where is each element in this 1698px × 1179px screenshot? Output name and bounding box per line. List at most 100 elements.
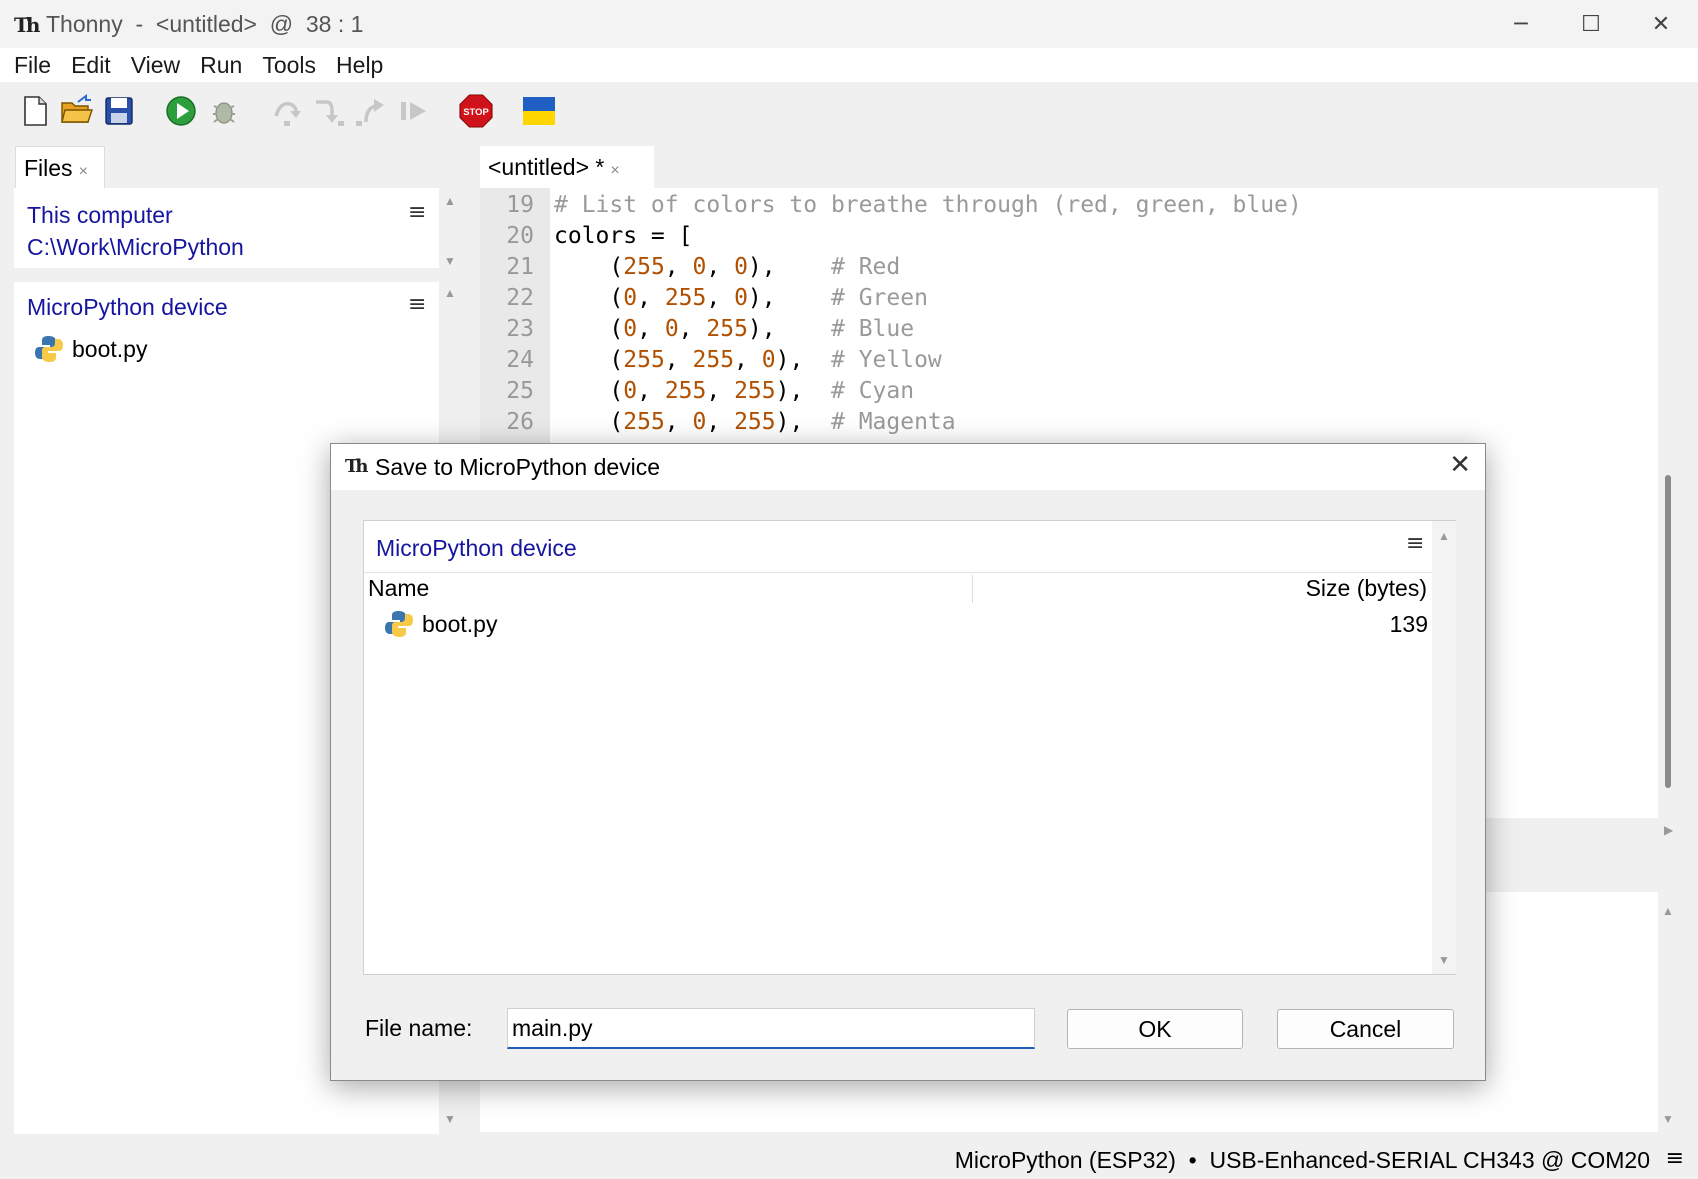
- resume-icon: [401, 102, 426, 120]
- ukraine-flag-icon[interactable]: [522, 94, 556, 128]
- thonny-app-icon: Th: [345, 456, 369, 477]
- menu-view[interactable]: View: [121, 48, 190, 82]
- editor-tab-label: <untitled> *: [488, 154, 605, 180]
- tab-untitled[interactable]: <untitled> * ×: [480, 146, 654, 188]
- tab-files[interactable]: Files ×: [15, 146, 105, 188]
- code-number: 255: [664, 285, 707, 311]
- code-token: ),: [747, 285, 832, 311]
- location-menu-icon[interactable]: ≡: [1406, 531, 1424, 556]
- code-text: (255, 0, 0), # Red: [554, 254, 900, 280]
- code-token: colors = [: [554, 223, 693, 249]
- close-window-button[interactable]: ✕: [1626, 0, 1696, 48]
- scroll-up-arrow-icon[interactable]: ▲: [1438, 529, 1450, 543]
- column-separator[interactable]: [972, 575, 973, 603]
- line-number: 26: [506, 409, 534, 435]
- code-token: ),: [775, 347, 831, 373]
- close-editor-tab-icon[interactable]: ×: [610, 162, 619, 179]
- line-number: 20: [506, 223, 534, 249]
- this-computer-section: This computer C:\Work\MicroPython ≡: [14, 188, 439, 268]
- column-header-name[interactable]: Name: [368, 575, 429, 602]
- menu-tools[interactable]: Tools: [252, 48, 326, 82]
- menu-bar: File Edit View Run Tools Help: [0, 48, 1698, 82]
- scroll-right-arrow-icon[interactable]: ▶: [1664, 823, 1673, 837]
- code-token: ,: [678, 316, 707, 342]
- shell-scrollbar[interactable]: ▲ ▼: [1658, 892, 1678, 1132]
- this-computer-menu-icon[interactable]: ≡: [408, 200, 426, 225]
- code-token: ),: [747, 316, 832, 342]
- code-comment: # List of colors to breathe through (red…: [554, 192, 1302, 218]
- line-number: 21: [506, 254, 534, 280]
- code-number: 0: [761, 347, 776, 373]
- this-computer-path[interactable]: C:\Work\MicroPython: [27, 234, 244, 261]
- line-number: 19: [506, 192, 534, 218]
- line-number: 22: [506, 285, 534, 311]
- status-menu-icon[interactable]: ≡: [1666, 1146, 1684, 1171]
- list-item-name: boot.py: [72, 336, 148, 362]
- stop-icon[interactable]: STOP: [458, 94, 494, 128]
- svg-text:STOP: STOP: [463, 107, 489, 118]
- code-number: 0: [692, 254, 707, 280]
- scroll-down-arrow-icon[interactable]: ▼: [1438, 953, 1450, 967]
- scroll-up-arrow-icon[interactable]: ▲: [444, 286, 456, 300]
- scroll-down-arrow-icon[interactable]: ▼: [444, 254, 456, 268]
- code-number: 255: [623, 347, 665, 373]
- row-file-size: 139: [1389, 611, 1428, 637]
- code-number: 255: [734, 409, 776, 435]
- dialog-title-bar: Th Save to MicroPython device ✕: [331, 444, 1485, 490]
- code-text: (0, 255, 255), # Cyan: [554, 378, 914, 404]
- device-menu-icon[interactable]: ≡: [408, 292, 426, 317]
- backend-status[interactable]: MicroPython (ESP32) • USB-Enhanced-SERIA…: [955, 1147, 1650, 1174]
- file-name-input[interactable]: [507, 1008, 1035, 1049]
- menu-run[interactable]: Run: [190, 48, 252, 82]
- title-bar: Th Thonny - <untitled> @ 38 : 1 ─ ☐ ✕: [0, 0, 1698, 48]
- dialog-close-button[interactable]: ✕: [1449, 450, 1471, 480]
- code-text: (0, 0, 255), # Blue: [554, 316, 914, 342]
- file-name-label: File name:: [365, 1015, 473, 1041]
- code-token: ,: [637, 285, 665, 311]
- column-header-size[interactable]: Size (bytes): [1306, 575, 1427, 602]
- toolbar: STOP: [0, 82, 1698, 142]
- files-tab-label: Files: [24, 155, 73, 181]
- scroll-down-arrow-icon[interactable]: ▼: [444, 1112, 456, 1126]
- menu-file[interactable]: File: [4, 48, 61, 82]
- scroll-up-arrow-icon[interactable]: ▲: [1662, 904, 1674, 918]
- menu-edit[interactable]: Edit: [61, 48, 121, 82]
- minimize-button[interactable]: ─: [1486, 0, 1556, 48]
- code-comment: # Blue: [831, 316, 915, 342]
- new-file-icon[interactable]: [20, 94, 50, 128]
- scroll-up-arrow-icon[interactable]: ▲: [444, 194, 456, 208]
- code-token: (: [554, 409, 624, 435]
- debug-icon[interactable]: [208, 94, 240, 128]
- editor-scroll-thumb[interactable]: [1665, 475, 1671, 788]
- save-icon[interactable]: [104, 94, 134, 128]
- close-files-tab-icon[interactable]: ×: [79, 163, 88, 180]
- editor-scrollbar[interactable]: [1658, 188, 1678, 818]
- code-token: ),: [775, 409, 831, 435]
- open-folder-icon[interactable]: [60, 94, 94, 128]
- location-label[interactable]: MicroPython device: [376, 535, 577, 562]
- scroll-down-arrow-icon[interactable]: ▼: [1662, 1112, 1674, 1126]
- table-row[interactable]: boot.py 139: [364, 607, 1432, 641]
- row-file-name: boot.py: [422, 611, 498, 637]
- code-number: 0: [734, 254, 748, 280]
- run-icon[interactable]: [165, 94, 197, 128]
- maximize-button[interactable]: ☐: [1556, 0, 1626, 48]
- code-token: ,: [664, 254, 693, 280]
- device-label[interactable]: MicroPython device: [27, 294, 228, 321]
- code-token: ,: [664, 409, 693, 435]
- code-token: (: [554, 347, 624, 373]
- code-number: 255: [692, 347, 735, 373]
- ok-button[interactable]: OK: [1067, 1009, 1243, 1049]
- line-number: 23: [506, 316, 534, 342]
- code-token: ,: [734, 347, 762, 373]
- this-computer-label[interactable]: This computer: [27, 202, 173, 229]
- code-token: ,: [706, 409, 735, 435]
- code-token: ,: [637, 378, 665, 404]
- cancel-button[interactable]: Cancel: [1277, 1009, 1454, 1049]
- code-comment: # Magenta: [831, 409, 956, 435]
- code-number: 255: [623, 254, 665, 280]
- menu-help[interactable]: Help: [326, 48, 393, 82]
- code-number: 0: [664, 316, 679, 342]
- dialog-scrollbar[interactable]: ▲ ▼: [1432, 521, 1456, 974]
- line-number: 25: [506, 378, 534, 404]
